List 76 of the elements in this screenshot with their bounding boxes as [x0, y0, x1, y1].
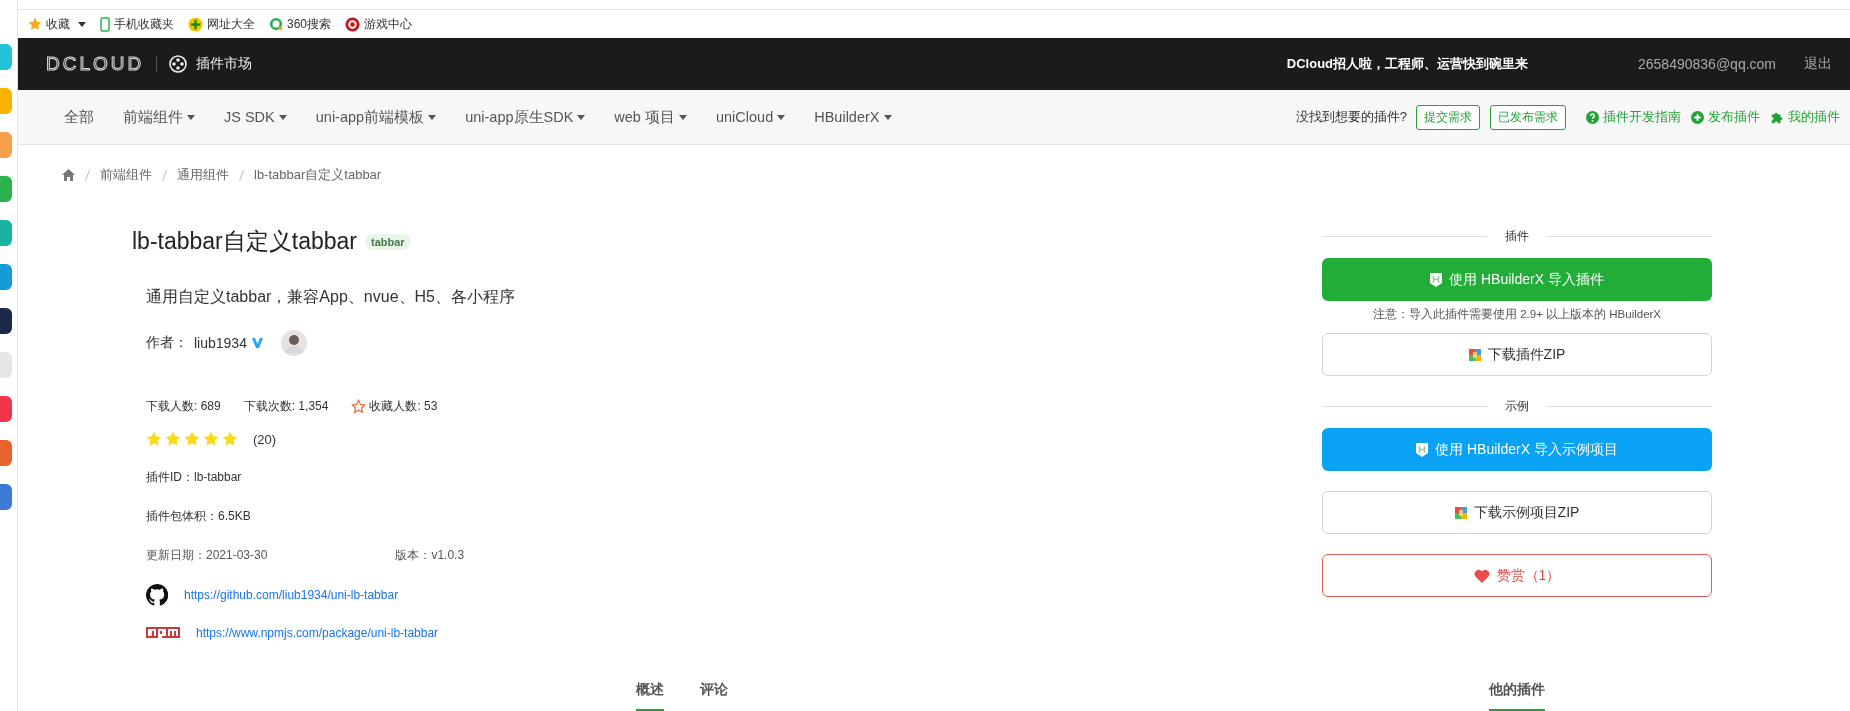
logo[interactable]: DCLOUD	[46, 53, 145, 75]
section-heading: 示例	[1505, 397, 1529, 415]
account-email[interactable]: 2658490836@qq.com	[1638, 56, 1776, 72]
star-icon	[146, 431, 162, 447]
nav-item[interactable]: JS SDK	[224, 109, 287, 125]
reward-button[interactable]: 赞赏（1）	[1322, 554, 1712, 597]
nav-item[interactable]: 前端组件	[123, 107, 195, 127]
bookmark-item[interactable]: 360搜索	[269, 15, 332, 33]
star-icon	[222, 431, 238, 447]
breadcrumb-item[interactable]: 通用组件	[177, 166, 229, 184]
section-heading: 插件	[1505, 227, 1529, 245]
download-button[interactable]: 下载示例项目ZIP	[1322, 491, 1712, 534]
nav-item[interactable]: web 项目	[614, 107, 687, 127]
help-icon	[1586, 110, 1599, 124]
plugin-title: lb-tabbar自定义tabbar	[132, 227, 357, 256]
bookmark-item[interactable]: 收藏	[28, 15, 86, 33]
update-date: 更新日期：2021-03-30	[146, 547, 268, 564]
tab[interactable]: 评论	[700, 673, 728, 711]
game-icon	[345, 16, 361, 32]
stat-text: 下载次数: 1,354	[243, 398, 329, 415]
notice-link[interactable]: DCloud招人啦，工程师、运营快到碗里来	[1286, 55, 1528, 73]
separator-icon	[162, 169, 167, 181]
nav-item[interactable]: HBuilderX	[814, 109, 892, 125]
avatar[interactable]	[280, 330, 307, 356]
shield-icon	[1416, 442, 1429, 457]
archive-icon	[1454, 506, 1467, 519]
star-icon	[28, 17, 42, 31]
author-label: 作者：	[146, 334, 188, 352]
home-icon[interactable]	[62, 169, 75, 181]
separator-icon	[239, 169, 244, 181]
globe-icon	[188, 16, 203, 32]
breadcrumb-item[interactable]: 前端组件	[100, 166, 152, 184]
rating-count: (20)	[253, 431, 277, 447]
ring-icon	[269, 17, 283, 31]
phone-icon	[100, 16, 110, 32]
nav-item[interactable]: uni-app原生SDK	[465, 107, 586, 127]
breadcrumb-item: lb-tabbar自定义tabbar	[254, 166, 382, 184]
bookmark-item[interactable]: 网址大全	[188, 15, 255, 33]
plugin-description: 通用自定义tabbar，兼容App、nvue、H5、各小程序	[146, 287, 516, 307]
star-icon	[203, 431, 219, 447]
heart-icon	[1473, 568, 1490, 583]
star-icon	[184, 431, 200, 447]
section-title[interactable]: 插件市场	[196, 55, 253, 73]
stat-text: 下载人数: 689	[146, 398, 221, 415]
version-note: 注意：导入此插件需要使用 2.9+ 以上版本的 HBuilderX	[1371, 307, 1663, 322]
download-button[interactable]: 下载插件ZIP	[1322, 333, 1712, 376]
stat-text: 收藏人数: 53	[369, 398, 438, 415]
archive-icon	[1468, 348, 1481, 361]
app-icon[interactable]	[0, 308, 12, 334]
star-icon	[165, 431, 181, 447]
separator-icon	[85, 169, 90, 181]
tab[interactable]: 他的插件	[1489, 673, 1545, 711]
author-name[interactable]: liub1934	[194, 335, 247, 351]
film-reel-icon	[169, 55, 188, 73]
plugin-id: 插件ID：lb-tabbar	[146, 469, 243, 486]
github-icon	[146, 584, 168, 606]
nav-item[interactable]: uniCloud	[715, 109, 786, 125]
request-button[interactable]: 提交需求	[1416, 104, 1480, 130]
repository-link[interactable]: https://github.com/liub1934/uni-lb-tabbar	[184, 588, 399, 602]
nav-item[interactable]: uni-app前端模板	[315, 107, 437, 127]
tab[interactable]: 概述	[636, 673, 664, 711]
puzzle-icon	[1770, 110, 1784, 124]
plugin-size: 插件包体积：6.5KB	[146, 508, 252, 525]
bookmark-item[interactable]: 手机收藏夹	[100, 15, 174, 33]
version: 版本：v1.0.3	[395, 547, 465, 564]
star-outline-icon[interactable]	[351, 399, 367, 414]
repository-link[interactable]: https://www.npmjs.com/package/uni-lb-tabbar	[196, 626, 439, 640]
npm-icon	[146, 626, 180, 640]
bookmark-item[interactable]: 游戏中心	[345, 15, 413, 33]
tag[interactable]: tabbar	[365, 233, 411, 250]
logout-link[interactable]: 退出	[1804, 55, 1832, 73]
shield-icon	[1430, 272, 1443, 287]
request-button[interactable]: 已发布需求	[1490, 104, 1566, 130]
plus-icon	[1691, 110, 1704, 124]
prompt-text: 没找到想要的插件?	[1295, 108, 1407, 126]
nav-item[interactable]: 全部	[64, 107, 94, 127]
